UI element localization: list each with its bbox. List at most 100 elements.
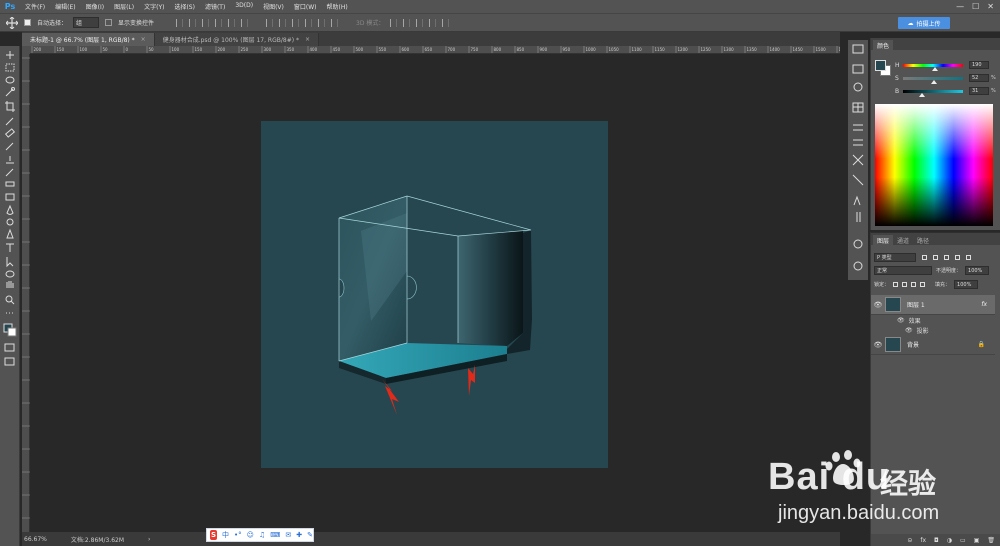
- filter-adjust-icon[interactable]: [933, 255, 938, 260]
- align-vcenter-icon[interactable]: [189, 18, 197, 27]
- shadow-eye-icon[interactable]: 👁: [905, 327, 913, 334]
- document-tab-2[interactable]: 健身器材合成.psd @ 100% (图层 17, RGB/8#) * ×: [154, 33, 320, 46]
- ime-voice-icon[interactable]: ♫: [259, 531, 265, 539]
- align-right-icon[interactable]: [241, 18, 249, 27]
- fill-input[interactable]: 100%: [954, 280, 979, 289]
- filter-type-icon[interactable]: [944, 255, 949, 260]
- crop-tool-icon: [5, 101, 15, 112]
- minimize-button[interactable]: —: [956, 2, 964, 11]
- foreground-swatch[interactable]: [875, 60, 886, 71]
- share-button[interactable]: ☁ 拍摄上传: [898, 17, 950, 29]
- show-transform-checkbox[interactable]: [105, 19, 113, 26]
- align-left-icon[interactable]: [215, 18, 223, 27]
- menu-item[interactable]: 滤镜(T): [200, 2, 230, 11]
- blend-mode-dropdown[interactable]: 正常: [874, 266, 932, 275]
- filter-pixel-icon[interactable]: [922, 255, 927, 260]
- 3d-slide-icon[interactable]: [429, 18, 437, 27]
- distribute-vcenter-icon[interactable]: [279, 18, 287, 27]
- sogou-logo-icon[interactable]: S: [210, 530, 218, 540]
- 3d-scale-icon[interactable]: [442, 18, 450, 27]
- distribute-left-icon[interactable]: [305, 18, 313, 27]
- lock-pixels-icon[interactable]: [893, 282, 899, 287]
- tab-paths[interactable]: 路径: [913, 235, 933, 245]
- ruler-tick-label: 0: [126, 47, 129, 52]
- tab-layers[interactable]: 图层: [873, 235, 894, 245]
- menu-item[interactable]: 窗口(W): [289, 2, 322, 11]
- ruler-tick-label: 300: [264, 47, 272, 52]
- slider-value[interactable]: 52: [969, 74, 989, 82]
- layer-row-background[interactable]: 👁 背景 🔒: [871, 335, 995, 355]
- document-tab-1[interactable]: 未标题-1 @ 66.7% (图层 1, RGB/8) * ×: [22, 33, 155, 46]
- tab-channels[interactable]: 通道: [893, 235, 913, 245]
- menu-item[interactable]: 选择(S): [169, 2, 200, 11]
- 3d-drag-icon[interactable]: [416, 18, 424, 27]
- slider-track[interactable]: [903, 63, 963, 71]
- tab-color[interactable]: 颜色: [873, 40, 894, 50]
- zoom-level[interactable]: 66.67%: [24, 536, 47, 543]
- slider-thumb[interactable]: [918, 92, 925, 97]
- layer-filter-dropdown[interactable]: P 类型: [874, 253, 916, 262]
- ruler-tick-label: 450: [333, 47, 341, 52]
- distribute-bottom-icon[interactable]: [292, 18, 300, 27]
- layer-name[interactable]: 背景: [907, 340, 919, 349]
- effects-eye-icon[interactable]: 👁: [897, 317, 905, 324]
- align-top-icon[interactable]: [176, 18, 184, 27]
- slider-h[interactable]: H 190: [895, 60, 999, 71]
- slider-s[interactable]: S 52%: [895, 73, 999, 84]
- ime-mail-icon[interactable]: ✉: [285, 531, 291, 539]
- distribute-hcenter-icon[interactable]: [318, 18, 326, 27]
- visibility-eye-icon[interactable]: 👁: [871, 341, 885, 349]
- menu-item[interactable]: 文字(Y): [139, 2, 169, 11]
- color-spectrum[interactable]: [875, 104, 993, 226]
- align-bottom-icon[interactable]: [202, 18, 210, 27]
- menu-item[interactable]: 3D(D): [230, 2, 258, 11]
- auto-select-dropdown[interactable]: 组: [73, 17, 100, 28]
- menu-item[interactable]: 帮助(H): [322, 2, 353, 11]
- layer-name[interactable]: 图层 1: [907, 300, 925, 309]
- close-button[interactable]: ✕: [987, 2, 994, 11]
- ime-lang[interactable]: 中: [222, 530, 229, 540]
- slider-value[interactable]: 31: [969, 87, 989, 95]
- opacity-input[interactable]: 100%: [965, 266, 990, 275]
- tab-close-icon[interactable]: ×: [141, 36, 146, 43]
- filter-shape-icon[interactable]: [955, 255, 960, 260]
- slider-track[interactable]: [903, 76, 963, 84]
- tab-close-icon[interactable]: ×: [305, 36, 310, 43]
- 3d-rotate-icon[interactable]: [390, 18, 398, 27]
- slider-thumb[interactable]: [931, 79, 938, 84]
- ime-skin-icon[interactable]: ✎: [307, 531, 313, 539]
- ime-keyboard-icon[interactable]: ⌨: [270, 531, 280, 539]
- ime-punct[interactable]: •°: [234, 531, 242, 539]
- distribute-top-icon[interactable]: [266, 18, 274, 27]
- auto-select-checkbox[interactable]: [24, 19, 31, 26]
- menu-item[interactable]: 视图(V): [258, 2, 289, 11]
- 3d-roll-icon[interactable]: [403, 18, 411, 27]
- menu-item[interactable]: 图像(I): [81, 2, 109, 11]
- move-tool-icon[interactable]: [6, 16, 18, 29]
- align-hcenter-icon[interactable]: [228, 18, 236, 27]
- ime-tools-icon[interactable]: ✚: [296, 531, 302, 539]
- effects-row[interactable]: 👁 效果: [871, 315, 995, 325]
- ime-emoji-icon[interactable]: ☺: [247, 531, 254, 539]
- slider-value[interactable]: 190: [969, 61, 989, 69]
- menu-item[interactable]: 图层(L): [109, 2, 139, 11]
- lock-image-icon[interactable]: [902, 282, 908, 287]
- document-canvas[interactable]: [261, 121, 608, 468]
- distribute-right-icon[interactable]: [331, 18, 339, 27]
- layer-row-layer1[interactable]: 👁 图层 1 fx: [871, 295, 995, 315]
- menu-item[interactable]: 编辑(E): [50, 2, 80, 11]
- ruler-tick-label: 800: [494, 47, 502, 52]
- lock-all-icon[interactable]: [920, 282, 926, 287]
- slider-thumb[interactable]: [931, 66, 938, 71]
- lock-position-icon[interactable]: [911, 282, 917, 287]
- drop-shadow-row[interactable]: 👁 投影: [871, 325, 995, 335]
- filter-smart-icon[interactable]: [966, 255, 971, 260]
- canvas-area[interactable]: [30, 54, 840, 532]
- visibility-eye-icon[interactable]: 👁: [871, 301, 885, 309]
- fx-icon[interactable]: fx: [981, 301, 987, 308]
- maximize-button[interactable]: ☐: [972, 2, 979, 11]
- menu-item[interactable]: 文件(F): [20, 2, 50, 11]
- slider-b[interactable]: B 31%: [895, 86, 999, 97]
- status-arrow-icon[interactable]: ›: [148, 536, 150, 543]
- slider-track[interactable]: [903, 89, 963, 97]
